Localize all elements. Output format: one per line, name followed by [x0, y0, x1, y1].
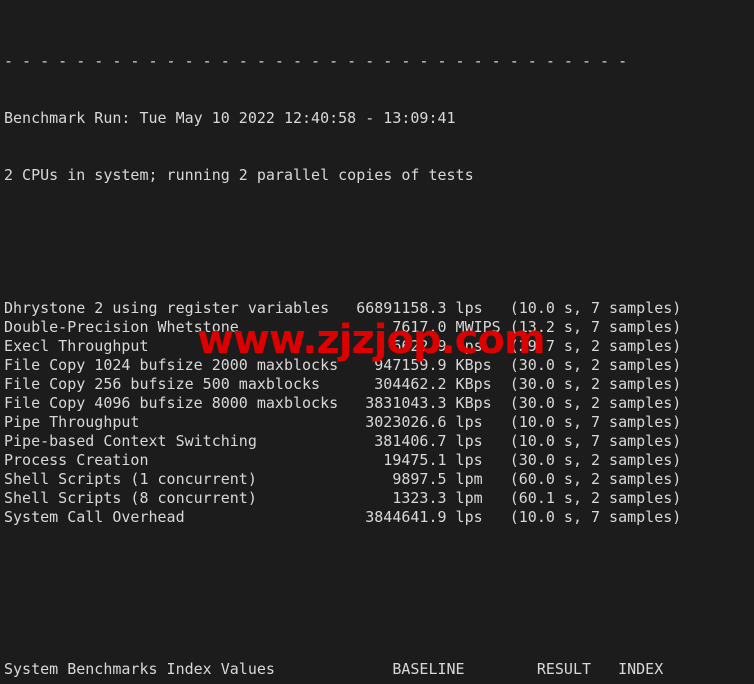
raw-result-row: File Copy 256 bufsize 500 maxblocks 3044…	[4, 375, 682, 393]
index-table-header: System Benchmarks Index Values BASELINE …	[4, 660, 681, 679]
raw-result-row: Shell Scripts (1 concurrent) 9897.5 lpm …	[4, 470, 682, 488]
raw-result-row: File Copy 1024 bufsize 2000 maxblocks 94…	[4, 356, 682, 374]
cpu-info-line: 2 CPUs in system; running 2 parallel cop…	[4, 166, 474, 184]
top-rule: - - - - - - - - - - - - - - - - - - - - …	[4, 52, 628, 70]
raw-result-row: Process Creation 19475.1 lps (30.0 s, 2 …	[4, 451, 682, 469]
raw-result-row: System Call Overhead 3844641.9 lps (10.0…	[4, 508, 682, 526]
terminal-window: - - - - - - - - - - - - - - - - - - - - …	[0, 0, 754, 684]
raw-result-row: Dhrystone 2 using register variables 668…	[4, 299, 682, 317]
raw-result-row: Execl Throughput 6622.9 lps (29.7 s, 2 s…	[4, 337, 682, 355]
index-table-header-row: System Benchmarks Index Values BASELINE …	[4, 660, 664, 678]
raw-result-row: Double-Precision Whetstone 7617.0 MWIPS …	[4, 318, 682, 336]
benchmark-run-line: Benchmark Run: Tue May 10 2022 12:40:58 …	[4, 109, 456, 127]
raw-result-row: Pipe Throughput 3023026.6 lps (10.0 s, 7…	[4, 413, 682, 431]
raw-result-row: File Copy 4096 bufsize 8000 maxblocks 38…	[4, 394, 682, 412]
terminal-output: - - - - - - - - - - - - - - - - - - - - …	[4, 0, 681, 684]
raw-result-row: Shell Scripts (8 concurrent) 1323.3 lpm …	[4, 489, 682, 507]
raw-results-block: Dhrystone 2 using register variables 668…	[4, 299, 681, 527]
raw-result-row: Pipe-based Context Switching 381406.7 lp…	[4, 432, 682, 450]
